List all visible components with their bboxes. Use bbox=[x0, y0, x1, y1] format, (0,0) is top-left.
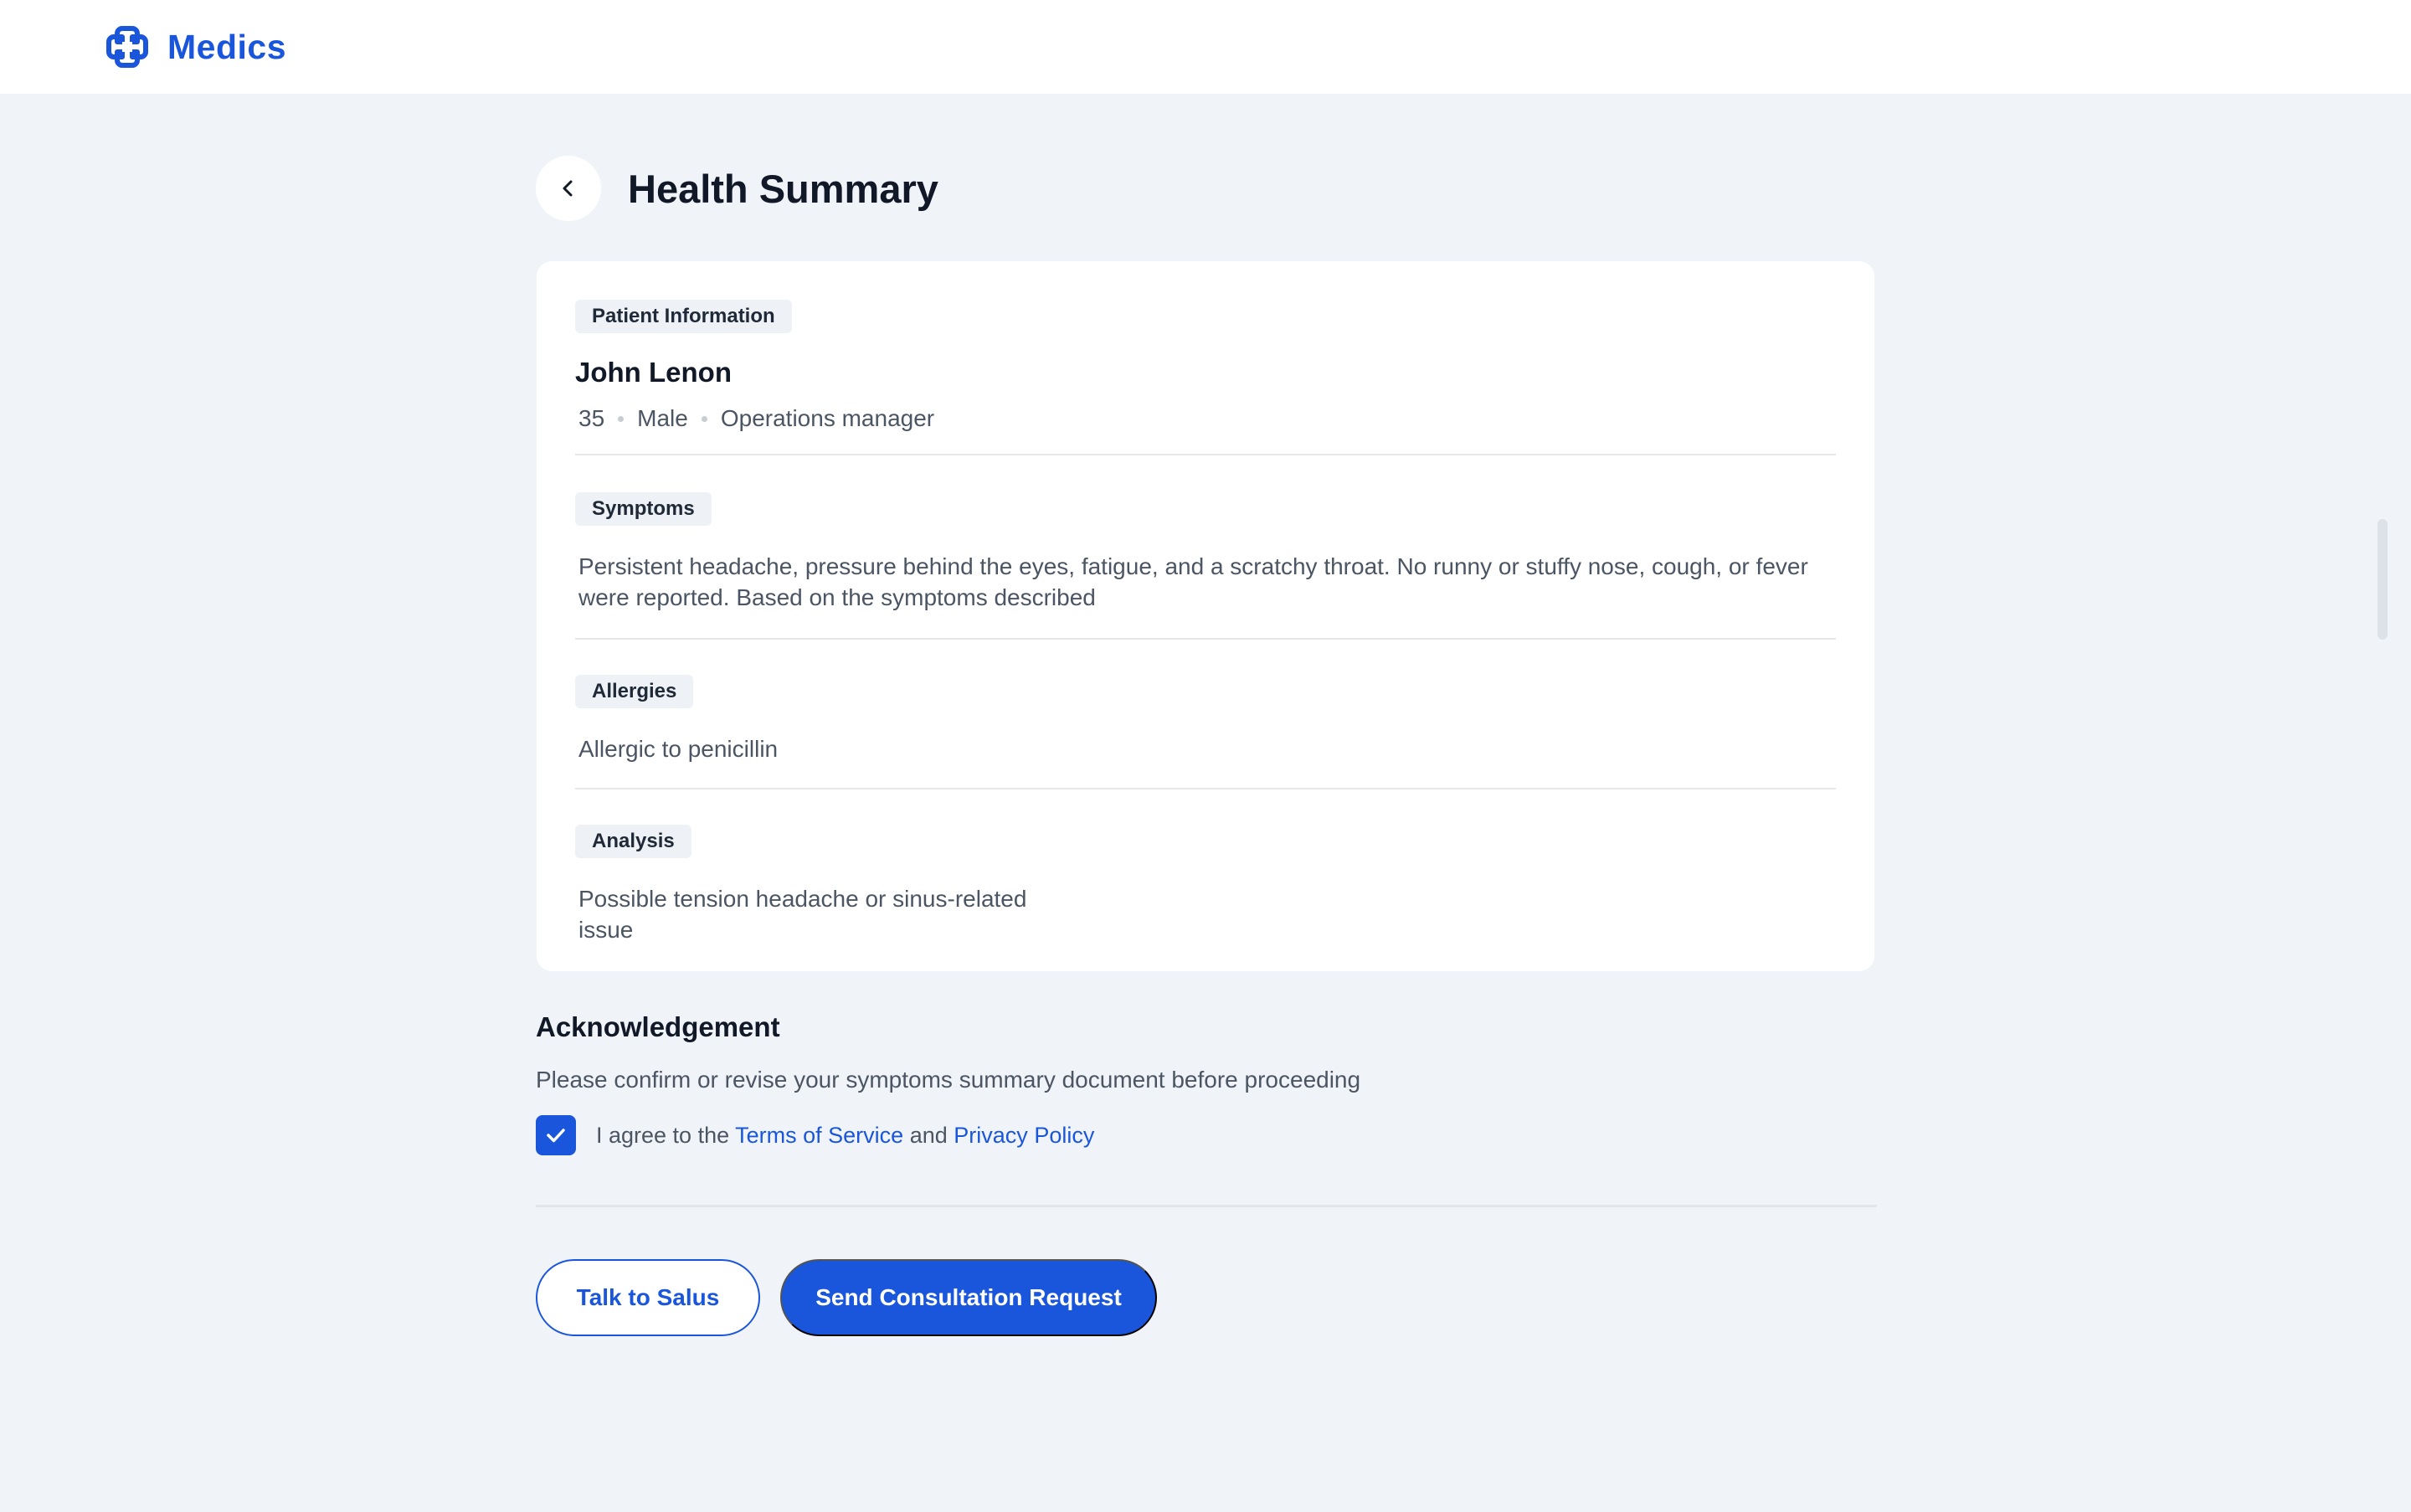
send-consultation-request-button[interactable]: Send Consultation Request bbox=[780, 1259, 1157, 1336]
section-divider bbox=[536, 1205, 1877, 1207]
patient-info-label: Patient Information bbox=[575, 300, 792, 333]
acknowledgement-description: Please confirm or revise your symptoms s… bbox=[536, 1067, 1361, 1093]
patient-info-section: Patient Information John Lenon 35 Male O… bbox=[575, 300, 1836, 455]
agree-checkbox[interactable] bbox=[536, 1115, 576, 1155]
analysis-label: Analysis bbox=[575, 825, 691, 858]
terms-of-service-link[interactable]: Terms of Service bbox=[735, 1123, 903, 1148]
patient-name: John Lenon bbox=[575, 357, 732, 388]
top-bar: Medics bbox=[0, 0, 2411, 94]
checkmark-icon bbox=[547, 1129, 565, 1143]
patient-gender: Male bbox=[637, 405, 688, 431]
page-header: Health Summary bbox=[536, 156, 938, 221]
page-title: Health Summary bbox=[628, 166, 938, 211]
symptoms-label: Symptoms bbox=[575, 492, 712, 526]
patient-occupation: Operations manager bbox=[720, 405, 935, 431]
brand-name: Medics bbox=[167, 27, 286, 66]
allergies-label: Allergies bbox=[575, 675, 694, 708]
action-buttons: Talk to Salus Send Consultation Request bbox=[536, 1259, 1157, 1336]
analysis-text: Possible tension headache or sinus-relat… bbox=[578, 886, 1027, 943]
chevron-left-icon bbox=[563, 180, 573, 197]
talk-to-salus-button[interactable]: Talk to Salus bbox=[536, 1259, 760, 1336]
allergies-text: Allergic to penicillin bbox=[578, 736, 779, 762]
agree-prefix: I agree to the bbox=[596, 1122, 730, 1148]
medics-logo-icon bbox=[106, 26, 148, 68]
symptoms-text: Persistent headache, pressure behind the… bbox=[578, 553, 1808, 610]
patient-age: 35 bbox=[578, 405, 605, 431]
summary-card: Patient Information John Lenon 35 Male O… bbox=[537, 261, 1874, 971]
separator-dot bbox=[701, 415, 707, 422]
agree-and: and bbox=[909, 1122, 948, 1148]
agree-text: I agree to the Terms of Service and Priv… bbox=[596, 1123, 1094, 1149]
back-button[interactable] bbox=[536, 156, 601, 221]
acknowledgement-title: Acknowledgement bbox=[536, 1011, 780, 1042]
acknowledgement-section: Acknowledgement Please confirm or revise… bbox=[536, 1011, 1875, 1155]
allergies-section: Allergies Allergic to penicillin bbox=[575, 640, 1836, 789]
patient-meta: 35 Male Operations manager bbox=[575, 405, 1836, 432]
agree-row: I agree to the Terms of Service and Priv… bbox=[536, 1115, 1875, 1155]
symptoms-section: Symptoms Persistent headache, pressure b… bbox=[575, 455, 1836, 640]
brand[interactable]: Medics bbox=[104, 22, 286, 72]
separator-dot bbox=[618, 415, 625, 422]
analysis-section: Analysis Possible tension headache or si… bbox=[575, 789, 1836, 945]
page-scrollbar[interactable] bbox=[2378, 519, 2388, 640]
privacy-policy-link[interactable]: Privacy Policy bbox=[954, 1123, 1094, 1148]
